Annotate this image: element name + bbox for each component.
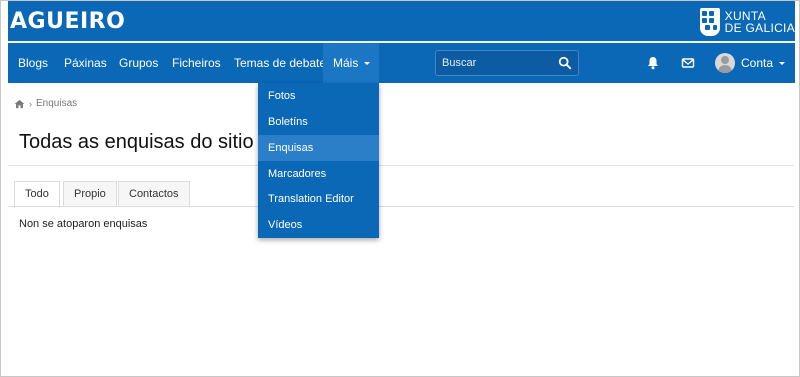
xunta-shield-icon (699, 8, 720, 36)
xunta-logo[interactable]: XUNTA DE GALICIA (699, 7, 795, 37)
nav-item-mais-label: Máis (333, 56, 359, 70)
nav-item-temas-de-debate[interactable]: Temas de debate (224, 43, 336, 83)
search-input[interactable] (436, 51, 550, 75)
search-box (435, 50, 579, 76)
tab-propio[interactable]: Propio (63, 181, 117, 207)
browser-frame: AGUEIRO XUNTA DE GALICIA Blogs Páxinas G… (0, 0, 800, 377)
empty-message: Non se atoparon enquisas (19, 218, 148, 230)
nav-item-paxinas[interactable]: Páxinas (54, 43, 117, 83)
dropdown-item-translation-editor[interactable]: Translation Editor (258, 186, 379, 212)
page-title: Todas as enquisas do sitio (19, 131, 254, 153)
account-label: Conta (741, 56, 774, 70)
more-dropdown-menu: Fotos Boletíns Enquisas Marcadores Trans… (258, 83, 379, 238)
caret-down-icon (779, 61, 786, 65)
title-divider (8, 165, 794, 166)
xunta-logo-line2: DE GALICIA (724, 21, 795, 35)
nav-item-blogs[interactable]: Blogs (8, 43, 58, 83)
tab-todo[interactable]: Todo (14, 181, 60, 208)
tab-contactos[interactable]: Contactos (118, 181, 190, 207)
nav-item-mais[interactable]: Máis (323, 43, 379, 83)
avatar (715, 53, 735, 73)
tabs-divider (8, 206, 794, 207)
nav-item-ficheiros[interactable]: Ficheiros (162, 43, 231, 83)
dropdown-item-marcadores[interactable]: Marcadores (258, 161, 379, 187)
dropdown-item-enquisas[interactable]: Enquisas (258, 135, 379, 161)
dropdown-item-videos[interactable]: Vídeos (258, 212, 379, 238)
nav-item-grupos[interactable]: Grupos (109, 43, 168, 83)
dropdown-item-boletins[interactable]: Boletíns (258, 109, 379, 135)
bell-icon[interactable] (645, 55, 661, 71)
search-icon[interactable] (558, 56, 572, 70)
site-header: AGUEIRO XUNTA DE GALICIA Blogs Páxinas G… (8, 1, 795, 83)
site-title[interactable]: AGUEIRO (10, 9, 125, 34)
breadcrumb-current: Enquisas (36, 98, 78, 109)
main-nav: Blogs Páxinas Grupos Ficheiros Temas de … (8, 43, 795, 83)
breadcrumb-separator-icon: › (29, 98, 32, 109)
home-icon[interactable] (14, 99, 25, 109)
envelope-icon[interactable] (680, 55, 696, 71)
dropdown-item-fotos[interactable]: Fotos (258, 83, 379, 109)
breadcrumb: › Enquisas (14, 98, 77, 109)
account-menu[interactable]: Conta (715, 51, 786, 75)
caret-down-icon (364, 62, 371, 66)
